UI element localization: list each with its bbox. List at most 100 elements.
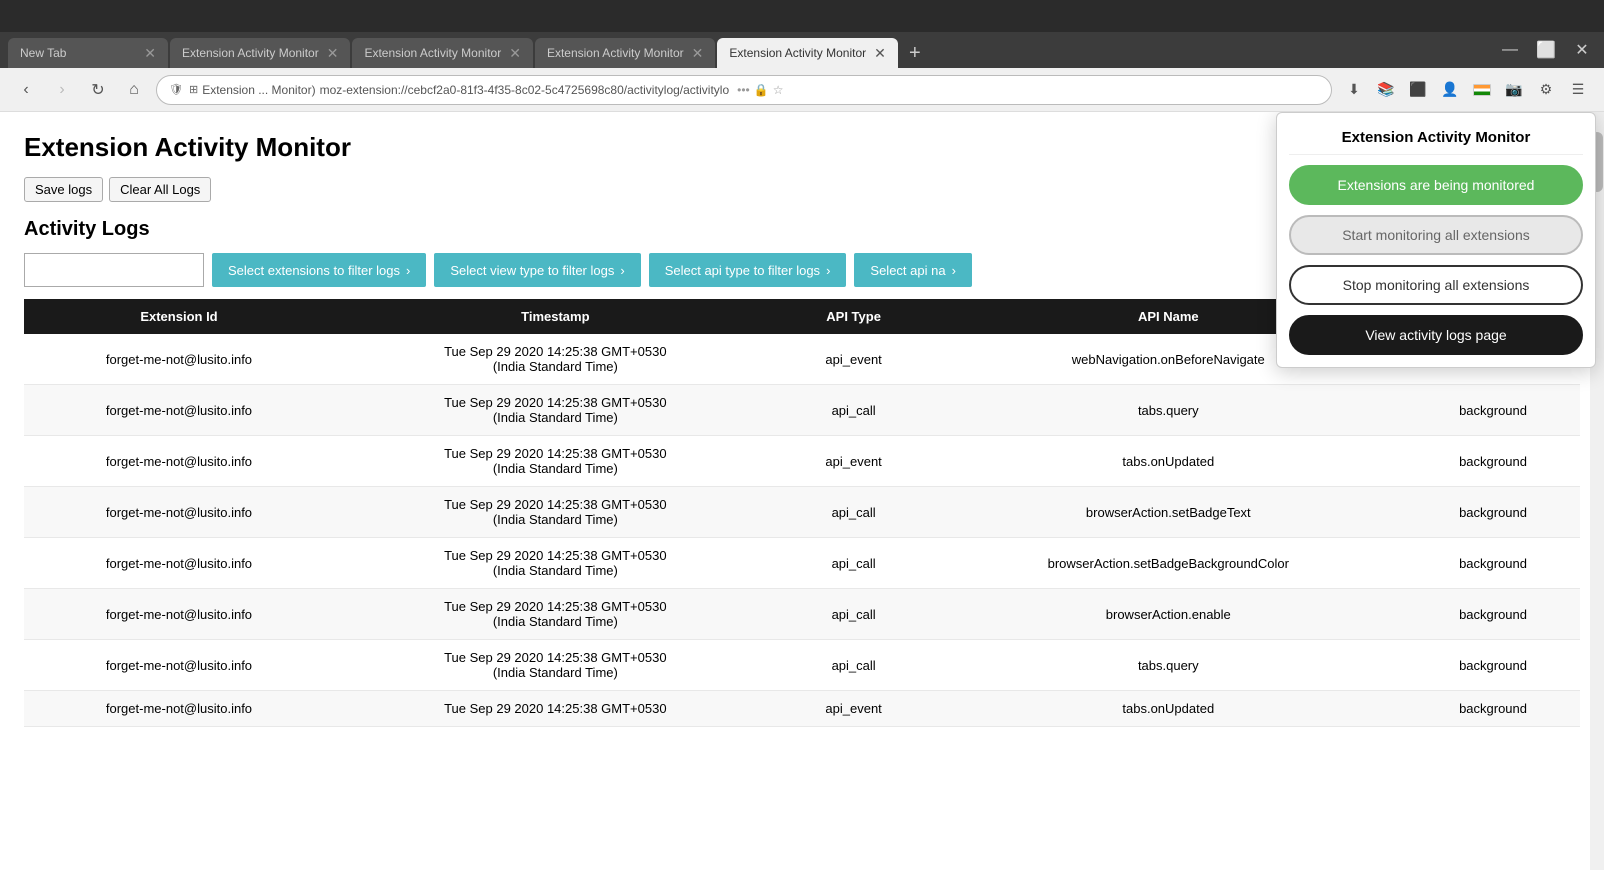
table-cell: api_call (777, 385, 931, 436)
filter-api-label: Select api type to filter logs (665, 263, 820, 278)
filter-api-name-label: Select api na (870, 263, 945, 278)
account-icon[interactable]: 👤 (1436, 76, 1464, 104)
tab-close-icon[interactable]: ✕ (692, 45, 704, 62)
table-cell: tabs.onUpdated (931, 691, 1407, 727)
tab-new-tab[interactable]: New Tab ✕ (8, 38, 168, 68)
table-cell: api_event (777, 334, 931, 385)
chevron-right-icon: › (620, 263, 624, 278)
table-cell: background (1406, 385, 1580, 436)
table-cell: forget-me-not@lusito.info (24, 640, 334, 691)
table-cell: forget-me-not@lusito.info (24, 334, 334, 385)
tab-eam-4-active[interactable]: Extension Activity Monitor ✕ (717, 38, 897, 68)
table-cell: background (1406, 640, 1580, 691)
table-cell: forget-me-not@lusito.info (24, 589, 334, 640)
stop-monitoring-button[interactable]: Stop monitoring all extensions (1289, 265, 1583, 305)
chevron-right-icon: › (952, 263, 956, 278)
table-row: forget-me-not@lusito.infoTue Sep 29 2020… (24, 487, 1580, 538)
table-cell: api_call (777, 589, 931, 640)
table-cell: Tue Sep 29 2020 14:25:38 GMT+0530 (India… (334, 334, 777, 385)
filter-api-name-button[interactable]: Select api na › (854, 253, 972, 287)
table-cell: tabs.query (931, 640, 1407, 691)
start-monitoring-button[interactable]: Start monitoring all extensions (1289, 215, 1583, 255)
new-tab-button[interactable]: + (900, 38, 930, 68)
close-window-button[interactable]: ✕ (1568, 36, 1596, 64)
filter-extensions-button[interactable]: Select extensions to filter logs › (212, 253, 426, 287)
tab-close-icon[interactable]: ✕ (144, 45, 156, 62)
monitoring-status-button[interactable]: Extensions are being monitored (1289, 165, 1583, 205)
tab-eam-2[interactable]: Extension Activity Monitor ✕ (352, 38, 532, 68)
table-cell: Tue Sep 29 2020 14:25:38 GMT+0530 (India… (334, 436, 777, 487)
table-row: forget-me-not@lusito.infoTue Sep 29 2020… (24, 691, 1580, 727)
table-body: forget-me-not@lusito.infoTue Sep 29 2020… (24, 334, 1580, 727)
table-cell: background (1406, 487, 1580, 538)
table-cell: Tue Sep 29 2020 14:25:38 GMT+0530 (India… (334, 589, 777, 640)
save-logs-button[interactable]: Save logs (24, 177, 103, 202)
restore-button[interactable]: ⬜ (1532, 36, 1560, 64)
address-input[interactable]: 🛡 ⊞ Extension ... Monitor) moz-extension… (156, 75, 1332, 105)
tab-close-icon[interactable]: ✕ (327, 45, 339, 62)
table-cell: Tue Sep 29 2020 14:25:38 GMT+0530 (India… (334, 538, 777, 589)
flag-icon (1468, 76, 1496, 104)
refresh-button[interactable]: ↻ (84, 76, 112, 104)
table-row: forget-me-not@lusito.infoTue Sep 29 2020… (24, 538, 1580, 589)
table-row: forget-me-not@lusito.infoTue Sep 29 2020… (24, 385, 1580, 436)
screenshot-icon[interactable]: 📷 (1500, 76, 1528, 104)
page-content: Extension Activity Monitor Save logs Cle… (0, 112, 1604, 870)
table-cell: Tue Sep 29 2020 14:25:38 GMT+0530 (India… (334, 385, 777, 436)
table-cell: background (1406, 691, 1580, 727)
toolbar-icons: ⬇ 📚 ⬛ 👤 📷 ⚙ ☰ (1340, 76, 1592, 104)
table-cell: forget-me-not@lusito.info (24, 487, 334, 538)
clear-logs-button[interactable]: Clear All Logs (109, 177, 211, 202)
settings-icon[interactable]: ⚙ (1532, 76, 1560, 104)
bookmarks-icon[interactable]: 📚 (1372, 76, 1400, 104)
filter-extensions-label: Select extensions to filter logs (228, 263, 400, 278)
tab-close-icon[interactable]: ✕ (874, 45, 886, 62)
synced-tabs-icon[interactable]: ⬛ (1404, 76, 1432, 104)
address-short: Extension ... Monitor) (202, 83, 315, 97)
popup-title: Extension Activity Monitor (1289, 125, 1583, 155)
view-logs-button[interactable]: View activity logs page (1289, 315, 1583, 355)
table-cell: Tue Sep 29 2020 14:25:38 GMT+0530 (India… (334, 487, 777, 538)
tab-close-icon[interactable]: ✕ (509, 45, 521, 62)
chevron-right-icon: › (826, 263, 830, 278)
table-cell: tabs.query (931, 385, 1407, 436)
table-row: forget-me-not@lusito.infoTue Sep 29 2020… (24, 436, 1580, 487)
table-cell: browserAction.enable (931, 589, 1407, 640)
table-row: forget-me-not@lusito.infoTue Sep 29 2020… (24, 589, 1580, 640)
tab-label: New Tab (20, 46, 66, 60)
table-cell: browserAction.setBadgeBackgroundColor (931, 538, 1407, 589)
back-button[interactable]: ‹ (12, 76, 40, 104)
tab-label: Extension Activity Monitor (729, 46, 866, 60)
table-cell: Tue Sep 29 2020 14:25:38 GMT+0530 (334, 691, 777, 727)
download-icon[interactable]: ⬇ (1340, 76, 1368, 104)
chevron-right-icon: › (406, 263, 410, 278)
table-cell: tabs.onUpdated (931, 436, 1407, 487)
browser-titlebar (0, 0, 1604, 32)
filter-api-type-button[interactable]: Select api type to filter logs › (649, 253, 847, 287)
forward-button[interactable]: › (48, 76, 76, 104)
table-cell: forget-me-not@lusito.info (24, 691, 334, 727)
table-cell: api_call (777, 487, 931, 538)
table-cell: background (1406, 538, 1580, 589)
table-cell: api_call (777, 538, 931, 589)
minimize-button[interactable]: — (1496, 36, 1524, 64)
table-cell: forget-me-not@lusito.info (24, 385, 334, 436)
col-timestamp: Timestamp (334, 299, 777, 334)
table-cell: api_call (777, 640, 931, 691)
search-input[interactable] (24, 253, 204, 287)
table-cell: background (1406, 589, 1580, 640)
tab-eam-3[interactable]: Extension Activity Monitor ✕ (535, 38, 715, 68)
home-button[interactable]: ⌂ (120, 76, 148, 104)
table-cell: api_event (777, 691, 931, 727)
table-row: forget-me-not@lusito.infoTue Sep 29 2020… (24, 640, 1580, 691)
table-cell: api_event (777, 436, 931, 487)
table-cell: forget-me-not@lusito.info (24, 538, 334, 589)
table-cell: background (1406, 436, 1580, 487)
menu-icon[interactable]: ☰ (1564, 76, 1592, 104)
tabs-bar: New Tab ✕ Extension Activity Monitor ✕ E… (0, 32, 1604, 68)
tab-eam-1[interactable]: Extension Activity Monitor ✕ (170, 38, 350, 68)
tab-label: Extension Activity Monitor (547, 46, 684, 60)
filter-view-label: Select view type to filter logs (450, 263, 614, 278)
tab-label: Extension Activity Monitor (182, 46, 319, 60)
filter-view-type-button[interactable]: Select view type to filter logs › (434, 253, 640, 287)
